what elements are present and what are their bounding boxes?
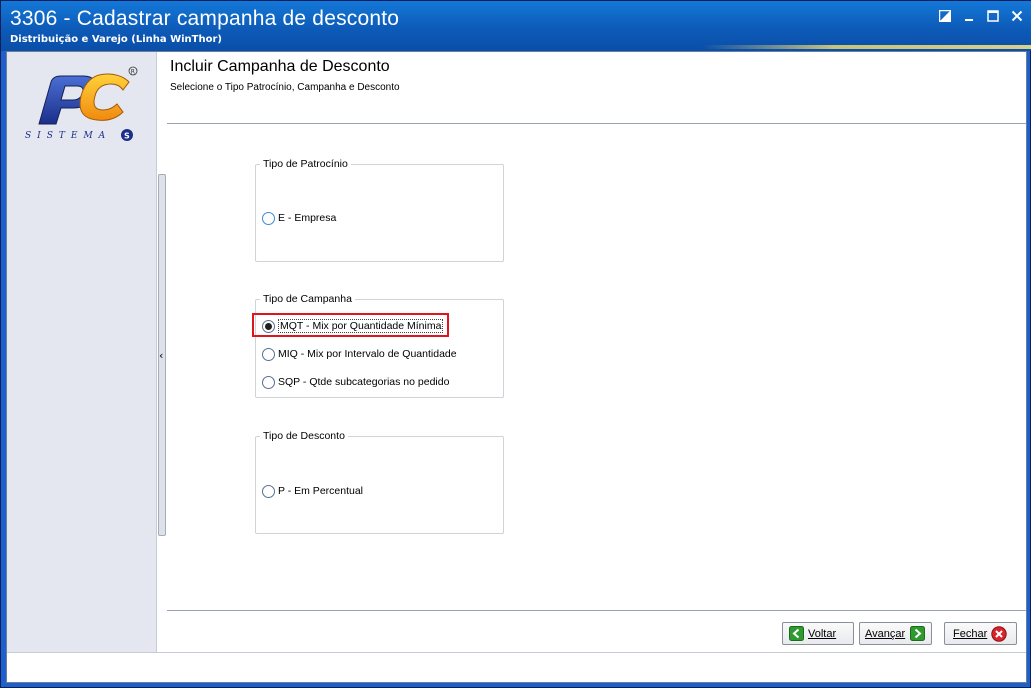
radio-label: E - Empresa	[278, 212, 337, 224]
page-title: Incluir Campanha de Desconto	[170, 58, 390, 75]
window-controls	[936, 7, 1026, 25]
maximize-icon	[987, 10, 999, 22]
forward-arrow-icon	[909, 626, 925, 642]
minimize-button[interactable]	[960, 7, 978, 25]
window-title: 3306 - Cadastrar campanha de desconto	[10, 7, 400, 30]
radio-label: SQP - Qtde subcategorias no pedido	[278, 376, 450, 388]
fechar-button[interactable]: Fechar	[944, 622, 1017, 645]
group-tipo-patrocinio: Tipo de Patrocínio E - Empresa	[255, 158, 504, 262]
voltar-label: Voltar	[808, 627, 837, 640]
radio-label: MIQ - Mix por Intervalo de Quantidade	[278, 348, 457, 360]
radio-selected-dot	[265, 322, 272, 330]
radio-option-mqt[interactable]: MQT - Mix por Quantidade Mínima	[262, 318, 444, 334]
client-area: R SISTEMA S ‹ Incluir Campanha de Descon…	[6, 51, 1027, 683]
back-arrow-icon	[788, 626, 804, 642]
sidebar: R SISTEMA S	[7, 52, 157, 652]
radio-button[interactable]	[262, 319, 275, 333]
radio-option-percentual[interactable]: P - Em Percentual	[262, 483, 363, 499]
voltar-button[interactable]: Voltar	[782, 622, 854, 645]
group-tipo-desconto: Tipo de Desconto P - Em Percentual	[255, 430, 504, 534]
radio-option-miq[interactable]: MIQ - Mix por Intervalo de Quantidade	[262, 346, 457, 362]
radio-button[interactable]	[262, 347, 275, 361]
group-legend: Tipo de Patrocínio	[260, 158, 351, 170]
wizard-header: Incluir Campanha de Desconto Selecione o…	[167, 52, 1026, 124]
status-bar	[7, 652, 1026, 682]
pc-sistemas-logo: R SISTEMA S	[21, 62, 146, 142]
svg-text:SISTEMA: SISTEMA	[25, 131, 111, 141]
app-window: 3306 - Cadastrar campanha de desconto Di…	[0, 0, 1031, 688]
restore-icon	[939, 10, 951, 22]
radio-label: P - Em Percentual	[278, 485, 364, 497]
fechar-label: Fechar	[953, 627, 988, 640]
radio-option-sqp[interactable]: SQP - Qtde subcategorias no pedido	[262, 374, 449, 390]
restore-button[interactable]	[936, 7, 954, 25]
avancar-label: Avançar	[865, 627, 906, 640]
radio-label: MQT - Mix por Quantidade Mínima	[278, 319, 444, 333]
svg-text:R: R	[131, 69, 135, 76]
radio-button[interactable]	[262, 484, 275, 498]
radio-option-empresa[interactable]: E - Empresa	[262, 210, 336, 226]
avancar-button[interactable]: Avançar	[859, 622, 932, 645]
close-button[interactable]	[1008, 7, 1026, 25]
radio-button[interactable]	[262, 375, 275, 389]
group-legend: Tipo de Campanha	[260, 293, 355, 305]
page-subtitle: Selecione o Tipo Patrocínio, Campanha e …	[170, 82, 400, 93]
footer-divider	[167, 610, 1026, 611]
minimize-icon	[963, 10, 975, 22]
group-tipo-campanha: Tipo de Campanha MQT - Mix por Quantidad…	[252, 293, 504, 398]
radio-button[interactable]	[262, 211, 275, 225]
svg-text:S: S	[124, 132, 130, 141]
close-icon	[1011, 10, 1023, 22]
collapse-sidebar-icon[interactable]: ‹	[159, 349, 163, 362]
maximize-button[interactable]	[984, 7, 1002, 25]
window-subtitle: Distribuição e Varejo (Linha WinThor)	[10, 34, 222, 45]
group-legend: Tipo de Desconto	[260, 430, 348, 442]
close-circle-icon	[991, 625, 1007, 642]
main-content: Incluir Campanha de Desconto Selecione o…	[167, 52, 1026, 652]
title-bar[interactable]: 3306 - Cadastrar campanha de desconto Di…	[1, 1, 1031, 51]
